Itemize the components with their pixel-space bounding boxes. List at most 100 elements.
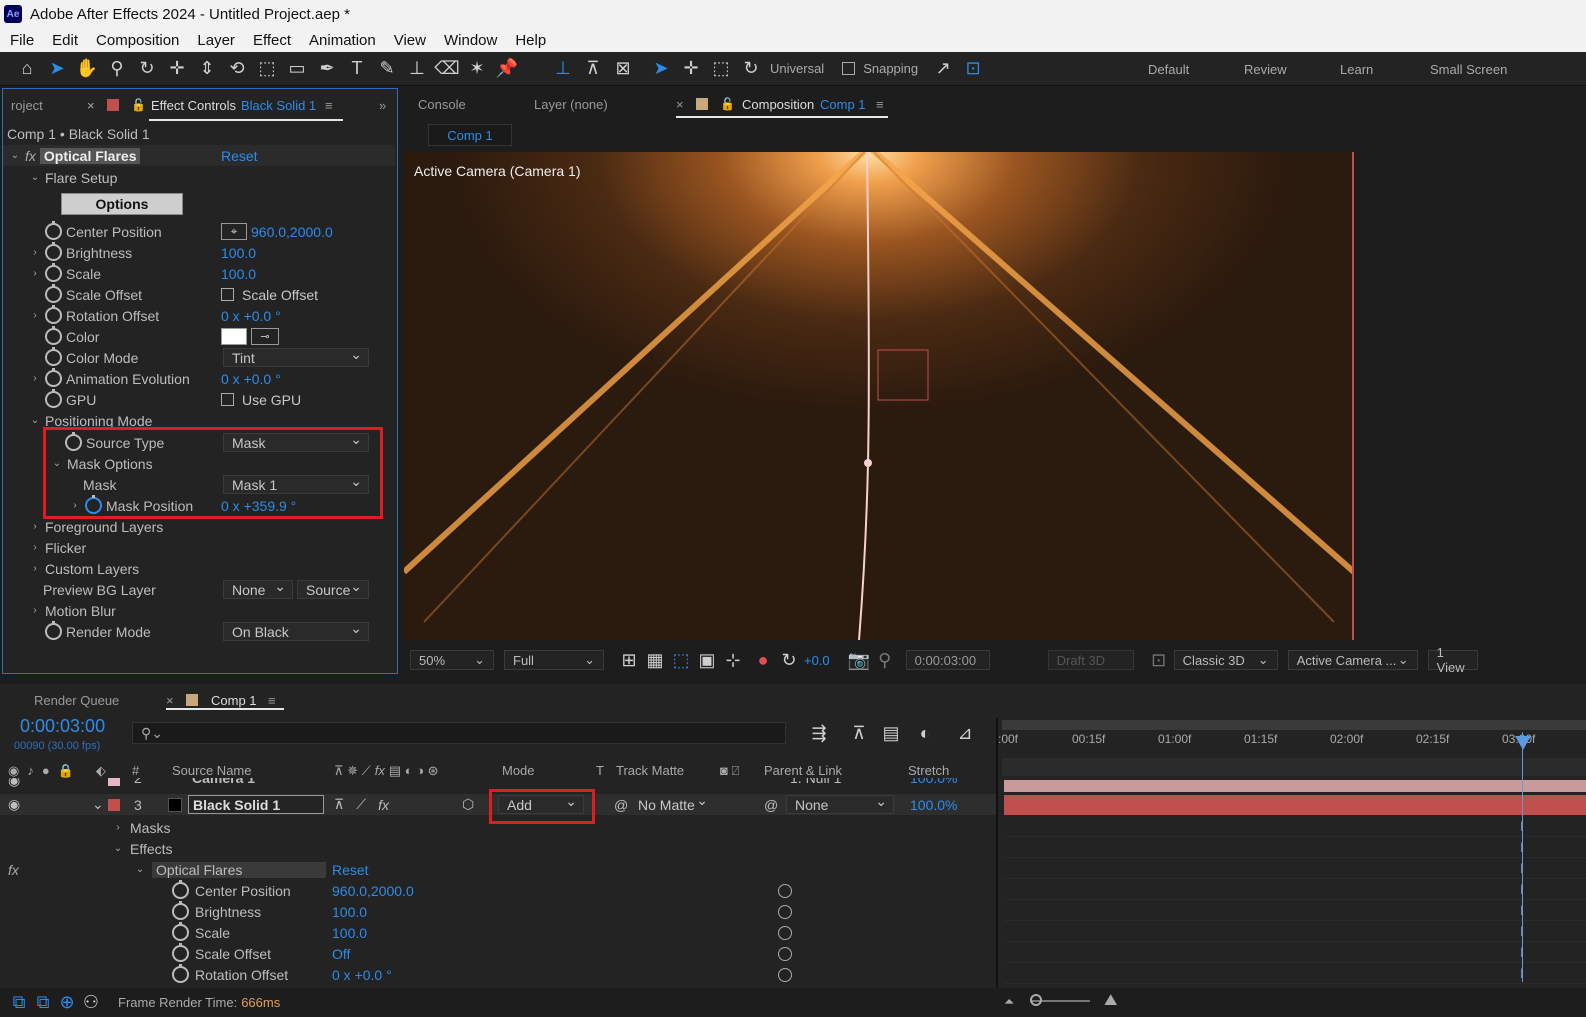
workspace-small-screen[interactable]: Small Screen: [1430, 62, 1507, 77]
tl-effect-name[interactable]: Optical Flares: [152, 861, 326, 878]
clone-stamp-icon[interactable]: ⊥: [402, 54, 432, 84]
expression-pickwhip-icon[interactable]: [778, 925, 792, 940]
preview-bg-dropdown[interactable]: None: [223, 578, 293, 599]
chevron-right-icon[interactable]: ›: [29, 521, 41, 532]
eye-icon[interactable]: ◉: [8, 778, 20, 789]
work-area-strip[interactable]: [1002, 758, 1586, 776]
chevron-right-icon[interactable]: ›: [29, 605, 41, 616]
timeline-timecode[interactable]: 0:00:03:00: [20, 716, 105, 737]
selection-tool-icon[interactable]: ➤: [42, 54, 72, 84]
move-3d-icon[interactable]: ✛: [676, 54, 706, 84]
chevron-down-icon[interactable]: ⌄: [134, 864, 146, 875]
mask-path[interactable]: [858, 152, 870, 640]
rotate-3d-icon[interactable]: ↻: [736, 54, 766, 84]
animation-evolution-value[interactable]: 0 x +0.0 °: [221, 371, 281, 387]
workspace-default[interactable]: Default: [1148, 62, 1189, 77]
tab-console[interactable]: Console: [418, 97, 466, 112]
stopwatch-icon[interactable]: [172, 943, 189, 962]
stopwatch-icon[interactable]: [172, 880, 189, 899]
eye-icon[interactable]: ◉: [8, 763, 19, 779]
crosshair-icon[interactable]: ⌖: [221, 223, 247, 240]
lock-icon[interactable]: 🔒: [58, 763, 74, 779]
panel-menu-icon[interactable]: ≡: [876, 97, 884, 112]
chevron-right-icon[interactable]: ›: [29, 247, 41, 258]
puppet-pin-icon[interactable]: 📌: [492, 54, 522, 84]
tl-reset-link[interactable]: Reset: [332, 862, 369, 878]
column-source-name[interactable]: Source Name: [172, 763, 251, 778]
tab-effect-controls[interactable]: Effect Controls: [151, 98, 236, 113]
scale-3d-icon[interactable]: ⬚: [706, 54, 736, 84]
stopwatch-icon[interactable]: [172, 901, 189, 920]
playhead-handle-icon[interactable]: [1515, 736, 1531, 750]
snap-option-icon[interactable]: ↗: [928, 54, 958, 84]
scale-offset-checkbox[interactable]: [221, 288, 234, 301]
solo-icon[interactable]: ●: [42, 763, 50, 778]
render-time-toggle-icon[interactable]: ⚇: [76, 987, 106, 1017]
stopwatch-icon[interactable]: [45, 368, 62, 387]
scale-value[interactable]: 100.0: [221, 266, 256, 282]
chevron-right-icon[interactable]: ›: [29, 563, 41, 574]
color-swatch[interactable]: [221, 328, 247, 345]
views-dropdown[interactable]: 1 View: [1427, 645, 1478, 675]
reset-exposure-icon[interactable]: ↻: [774, 645, 804, 675]
hand-tool-icon[interactable]: ✋: [72, 54, 102, 84]
playhead-line[interactable]: [1522, 732, 1523, 982]
pen-tool-icon[interactable]: ✒: [312, 54, 342, 84]
pan-camera-icon[interactable]: ✛: [162, 54, 192, 84]
workspace-learn[interactable]: Learn: [1340, 62, 1373, 77]
tl-rotation-offset-value[interactable]: 0 x +0.0 °: [332, 967, 392, 983]
brush-tool-icon[interactable]: ✎: [372, 54, 402, 84]
chevron-right-icon[interactable]: ›: [29, 373, 41, 384]
menu-help[interactable]: Help: [505, 32, 554, 49]
snapping-checkbox[interactable]: [842, 62, 856, 75]
expression-pickwhip-icon[interactable]: [778, 904, 792, 919]
tab-project[interactable]: roject: [3, 89, 51, 121]
label-icon[interactable]: ⬖: [96, 763, 106, 779]
close-icon[interactable]: ×: [676, 97, 684, 112]
stopwatch-icon[interactable]: [45, 242, 62, 261]
renderer-dropdown[interactable]: Classic 3D ⌄: [1173, 650, 1278, 670]
chevron-down-icon[interactable]: ⌄: [112, 843, 124, 854]
effects-group[interactable]: Effects: [130, 841, 173, 857]
flicker-group[interactable]: Flicker: [45, 540, 86, 556]
comp-mini-flowchart-icon[interactable]: ⇶: [804, 718, 834, 748]
comp-breadcrumb-chip[interactable]: Comp 1: [428, 124, 512, 146]
grid-guides-icon[interactable]: ⊹: [718, 645, 748, 675]
tab-layer[interactable]: Layer (none): [534, 97, 608, 112]
resolution-dropdown[interactable]: Full ⌄: [504, 650, 604, 670]
menu-layer[interactable]: Layer: [187, 32, 243, 49]
custom-layers-group[interactable]: Custom Layers: [45, 561, 139, 577]
draft-3d-icon[interactable]: ⊼: [844, 718, 874, 748]
tl-center-position-value[interactable]: 960.0,2000.0: [332, 883, 414, 899]
stopwatch-icon[interactable]: [45, 347, 62, 366]
eye-icon[interactable]: ◉: [8, 796, 20, 813]
stopwatch-icon[interactable]: [45, 284, 62, 303]
panel-menu-icon[interactable]: ≡: [325, 98, 333, 113]
frame-blending-icon[interactable]: ▤: [876, 718, 906, 748]
dolly-camera-icon[interactable]: ⇕: [192, 54, 222, 84]
chevron-right-icon[interactable]: ›: [112, 822, 124, 833]
effect-name[interactable]: Optical Flares: [39, 147, 141, 164]
layer-stretch[interactable]: 100.0%: [910, 778, 957, 786]
menu-composition[interactable]: Composition: [86, 32, 187, 49]
fx-icon[interactable]: fx: [25, 148, 36, 164]
zoom-dropdown[interactable]: 50% ⌄: [410, 650, 494, 670]
timeline-search-input[interactable]: ⚲⌄: [132, 722, 786, 744]
chevron-down-icon[interactable]: ⌄: [9, 150, 21, 161]
layer-name[interactable]: Camera 1: [192, 778, 255, 786]
tab-effect-controls-layer[interactable]: Black Solid 1: [241, 98, 316, 113]
show-snapshot-icon[interactable]: ⚲: [870, 645, 900, 675]
motion-blur-icon[interactable]: ◐: [910, 718, 940, 748]
black-solid-layer-bar[interactable]: [1004, 795, 1586, 815]
roto-brush-icon[interactable]: ✶: [462, 54, 492, 84]
selection-3d-icon[interactable]: ➤: [646, 54, 676, 84]
center-position-value[interactable]: 960.0,2000.0: [251, 224, 333, 240]
pan-behind-icon[interactable]: ⬚: [252, 54, 282, 84]
eyedropper-icon[interactable]: ⊸: [251, 328, 279, 345]
panel-overflow-icon[interactable]: »: [379, 98, 386, 113]
stopwatch-icon[interactable]: [172, 922, 189, 941]
expression-pickwhip-icon[interactable]: [778, 967, 792, 982]
tab-render-queue[interactable]: Render Queue: [34, 693, 119, 708]
view-axis-icon[interactable]: ⊠: [608, 54, 638, 84]
tab-timeline-comp[interactable]: Comp 1: [211, 693, 257, 708]
